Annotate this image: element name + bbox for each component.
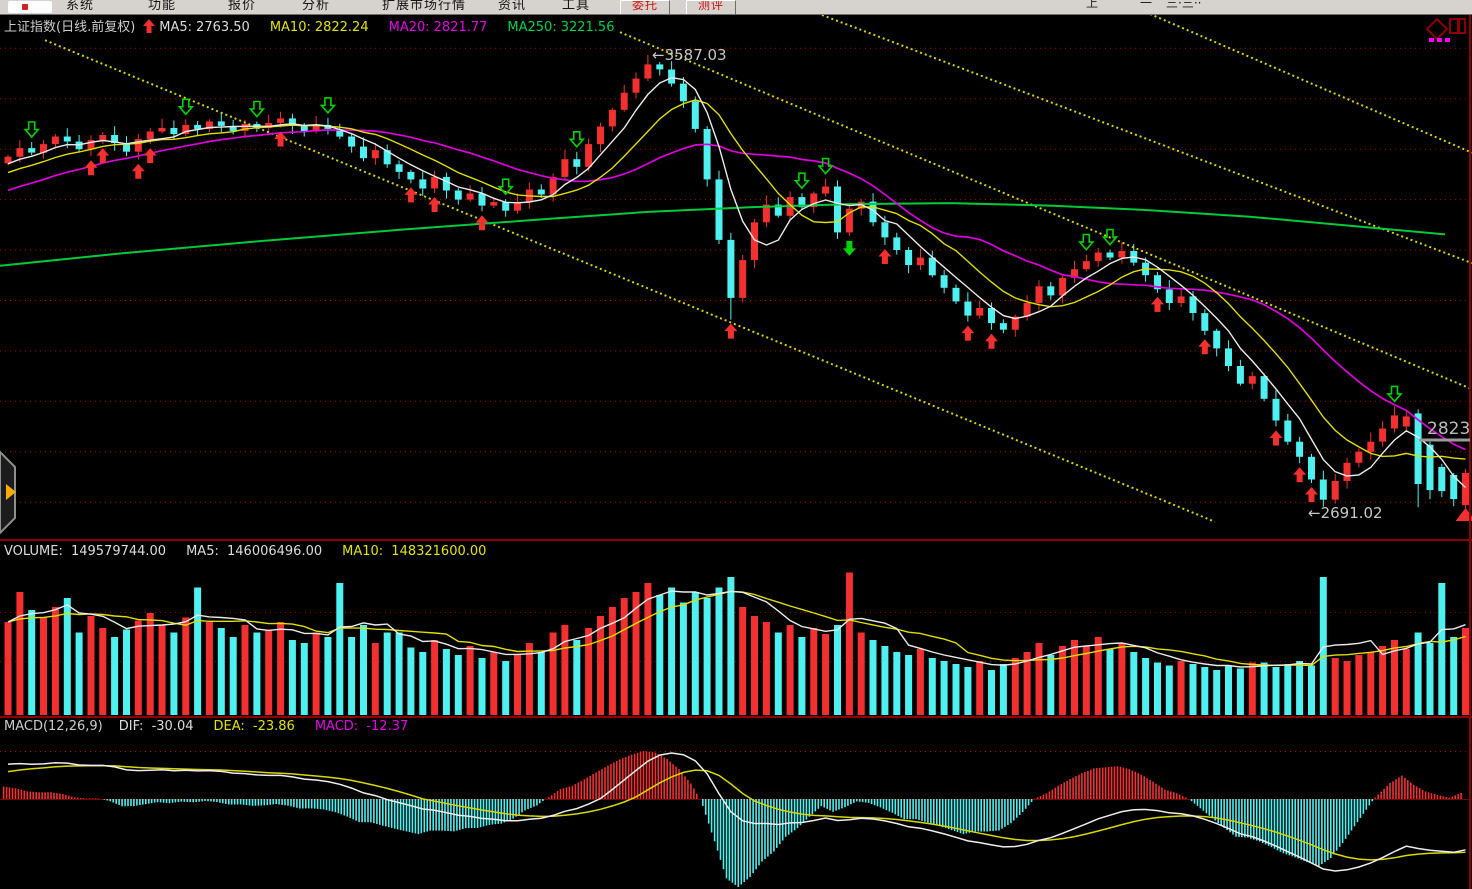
buy-signal-arrow xyxy=(1198,339,1211,354)
buy-signal-arrow xyxy=(1305,487,1318,502)
menu-item-5[interactable]: 扩展市场行情 xyxy=(382,0,466,13)
sell-signal-arrow xyxy=(179,99,192,114)
menu-item-3[interactable]: 报价 xyxy=(228,0,256,13)
toolbar-red-button-1-label: 委托 xyxy=(621,0,669,13)
menu-item-4[interactable]: 分析 xyxy=(302,0,330,13)
menu-item-2[interactable]: 功能 xyxy=(148,0,176,13)
buy-signal-arrow xyxy=(476,215,489,230)
sell-signal-arrow xyxy=(1080,235,1093,250)
last-price-tag: 2823 xyxy=(1427,419,1470,439)
buy-signal-arrow xyxy=(1293,467,1306,482)
buy-signal-arrow xyxy=(132,164,145,179)
menu-fragment-2: 一 xyxy=(1140,0,1152,11)
diamond-icon[interactable] xyxy=(1427,19,1447,39)
toolbar-red-button-1[interactable]: 委托 xyxy=(620,0,670,15)
menu-bar: 系统 功能 报价 分析 扩展市场行情 资讯 工具 委托 测评 上 一 三·三·· xyxy=(0,0,1472,15)
volume-pane-header: VOLUME: 149579744.00MA5: 146006496.00MA1… xyxy=(4,544,494,559)
chart-canvas[interactable]: ←3587.03 ←2691.02 2823 xyxy=(0,0,1472,889)
toolbar-red-button-2-label: 测评 xyxy=(687,0,735,13)
buy-signal-arrow xyxy=(878,249,891,264)
toolbar-red-button-2[interactable]: 测评 xyxy=(686,0,736,15)
red-up-arrow-icon xyxy=(143,19,155,37)
sell-signal-arrow xyxy=(795,173,808,188)
sell-signal-arrow xyxy=(570,132,583,147)
peak-price-annotation: ←3587.03 xyxy=(652,46,727,64)
buy-signal-arrow xyxy=(85,160,98,175)
sell-signal-arrow-filled xyxy=(843,241,856,256)
menu-fragment-1: 上 xyxy=(1086,0,1098,11)
panel-expand-tab[interactable] xyxy=(0,452,16,533)
price-pane-header: 上证指数(日线.前复权)MA5:2763.50MA10:2822.24MA20:… xyxy=(4,16,622,37)
app-logo-icon[interactable] xyxy=(8,1,52,13)
buy-signal-arrow xyxy=(724,324,737,339)
window-icon[interactable] xyxy=(1450,19,1465,33)
symbol-title: 上证指数(日线.前复权) xyxy=(4,20,135,35)
candlesticks xyxy=(5,55,1470,515)
price-ma-lines xyxy=(8,78,1466,488)
menu-fragment-3: 三·三·· xyxy=(1166,0,1201,11)
volume-ma-lines xyxy=(8,591,1466,667)
menu-item-7[interactable]: 工具 xyxy=(562,0,590,13)
macd-lines xyxy=(8,753,1466,871)
sell-signal-arrow xyxy=(1388,386,1401,401)
sell-signal-arrow xyxy=(250,102,263,117)
buy-signal-arrow xyxy=(1151,297,1164,312)
corner-icons xyxy=(1427,19,1465,42)
chart-generated-layers xyxy=(0,14,1472,887)
sell-signal-arrow xyxy=(25,122,38,137)
buy-signal-arrow xyxy=(961,326,974,341)
volume-bars xyxy=(5,573,1470,716)
menu-item-1[interactable]: 系统 xyxy=(66,0,94,13)
buy-signal-arrow xyxy=(1270,431,1283,446)
magenta-dots-icon xyxy=(1429,38,1450,42)
trendlines xyxy=(45,14,1472,522)
macd-pane-header: MACD(12,26,9)DIF: -30.04DEA: -23.86MACD:… xyxy=(4,719,416,734)
buy-signal-arrow xyxy=(144,148,157,163)
menu-item-6[interactable]: 资讯 xyxy=(498,0,526,13)
macd-title: MACD(12,26,9) xyxy=(4,719,103,734)
buy-signal-arrow xyxy=(96,148,109,163)
buy-signal-arrow xyxy=(985,334,998,349)
sell-signal-arrow xyxy=(819,159,832,174)
signal-arrows xyxy=(25,98,1472,521)
low-price-annotation: ←2691.02 xyxy=(1308,504,1383,522)
tdx-trading-app-window: 系统 功能 报价 分析 扩展市场行情 资讯 工具 委托 测评 上 一 三·三·· ←3587.0… xyxy=(0,0,1472,889)
sell-signal-arrow xyxy=(321,98,334,113)
